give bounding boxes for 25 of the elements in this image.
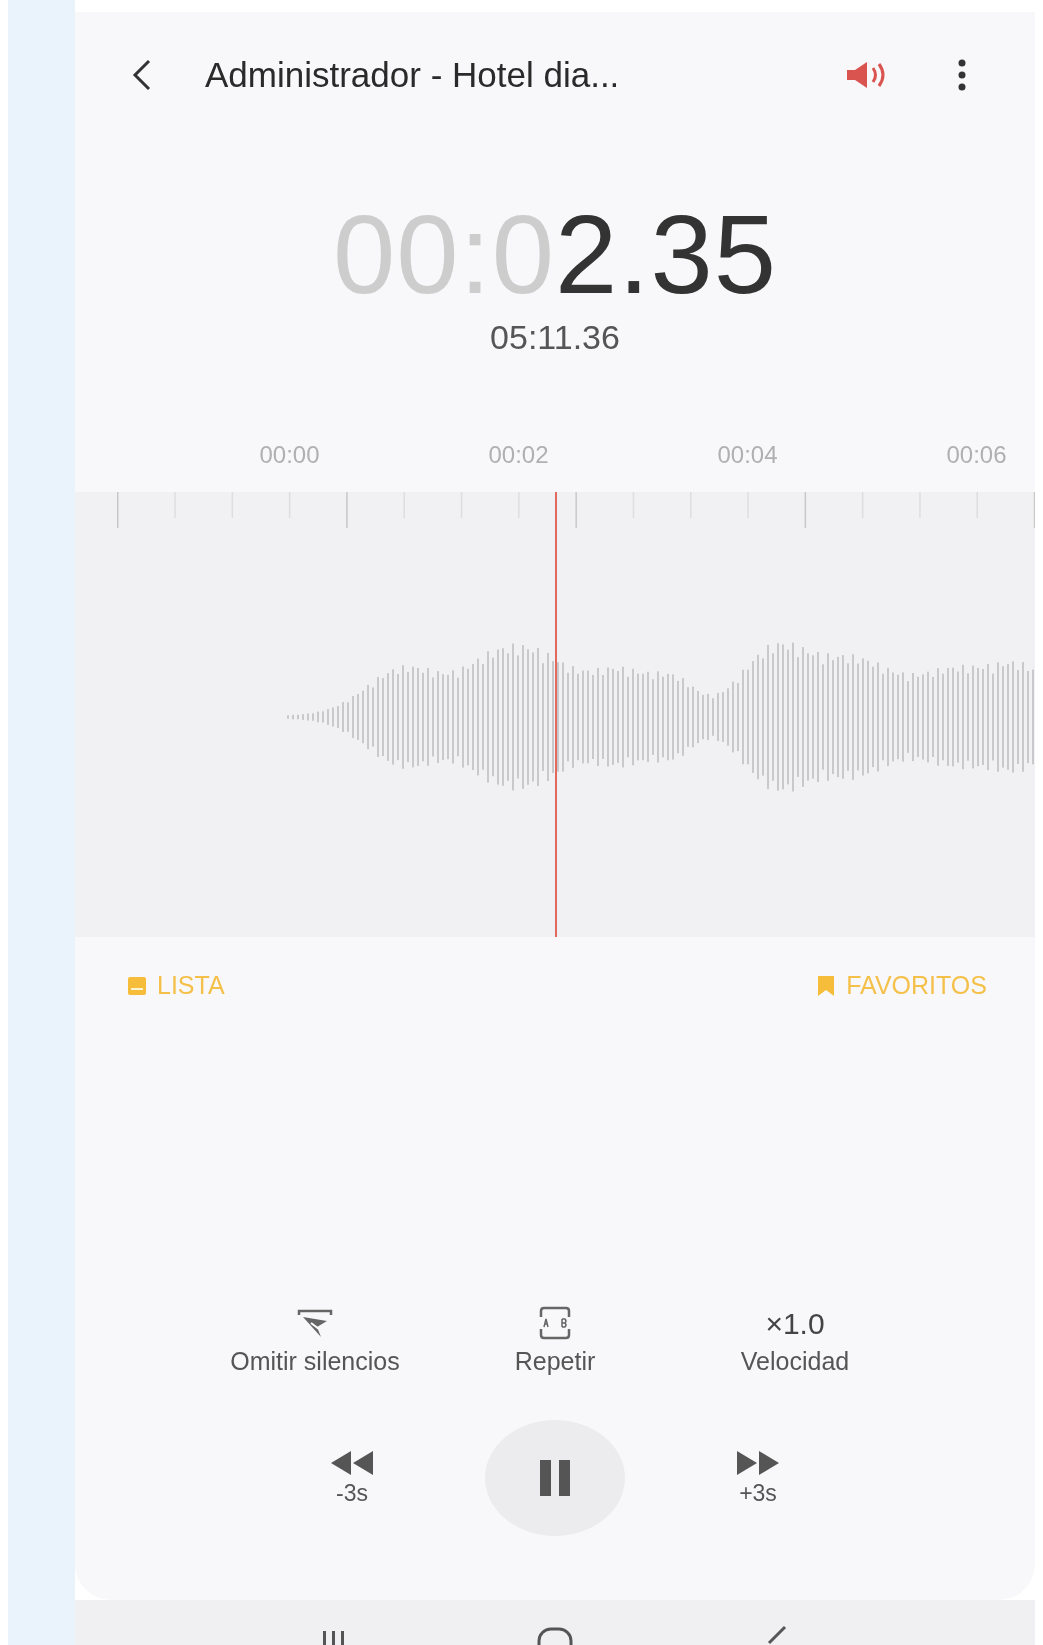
- total-duration: 05:11.36: [490, 318, 620, 357]
- home-icon[interactable]: [535, 1625, 575, 1645]
- rewind-button[interactable]: -3s: [329, 1449, 375, 1507]
- time-label: 00:06: [946, 441, 1007, 469]
- time-label: 00:02: [488, 441, 549, 469]
- more-options-icon[interactable]: [957, 59, 967, 91]
- fast-forward-icon: [735, 1449, 781, 1476]
- speed-value: ×1.0: [765, 1307, 825, 1341]
- repeat-button[interactable]: Repetir: [435, 1301, 675, 1376]
- bookmark-icon: [816, 974, 837, 997]
- option-label: Omitir silencios: [230, 1347, 400, 1376]
- option-label: Velocidad: [740, 1347, 850, 1376]
- skip-back-label: -3s: [336, 1479, 368, 1507]
- time-label: 00:04: [717, 441, 778, 469]
- speed-button[interactable]: ×1.0 Velocidad: [675, 1301, 915, 1376]
- skip-forward-label: +3s: [739, 1479, 777, 1507]
- rewind-icon: [329, 1449, 375, 1476]
- list-icon: [127, 975, 147, 996]
- skip-silence-button[interactable]: Omitir silencios: [195, 1301, 435, 1376]
- time-label: 00:00: [259, 441, 320, 469]
- forward-button[interactable]: +3s: [735, 1449, 781, 1507]
- back-icon[interactable]: [131, 58, 153, 92]
- recording-title: Administrador - Hotel dia...: [205, 55, 621, 95]
- pause-icon: [538, 1458, 572, 1498]
- option-label: Repetir: [514, 1347, 596, 1376]
